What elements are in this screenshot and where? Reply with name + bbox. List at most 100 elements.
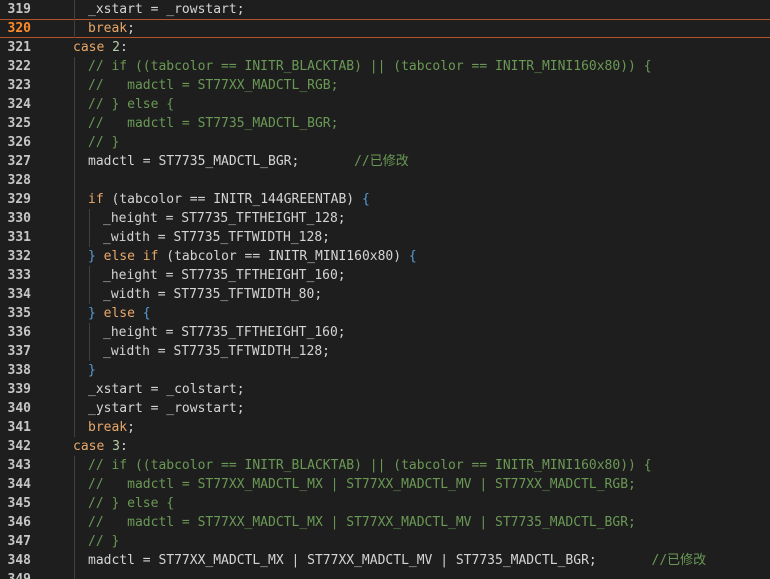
code-line[interactable]: 341 break; xyxy=(0,418,770,437)
code-token: _ystart = _rowstart; xyxy=(88,401,245,416)
code-text[interactable]: _width = ST7735_TFTWIDTH_128; xyxy=(103,228,330,247)
keyword: break xyxy=(88,420,128,435)
line-number: 323 xyxy=(7,78,31,93)
indent-guide xyxy=(74,551,75,570)
code-text[interactable]: // } xyxy=(88,133,119,152)
code-line[interactable]: 324 // } else { xyxy=(0,95,770,114)
comment: // } else { xyxy=(88,97,175,112)
code-text[interactable]: // if ((tabcolor == INITR_BLACKTAB) || (… xyxy=(88,57,652,76)
indent-guide xyxy=(74,76,75,95)
line-number: 332 xyxy=(7,249,31,264)
code-line[interactable]: 344 // madctl = ST77XX_MADCTL_MX | ST77XX… xyxy=(0,475,770,494)
keyword: else if xyxy=(103,249,159,264)
code-text[interactable]: if (tabcolor == INITR_144GREENTAB) { xyxy=(88,190,370,209)
code-token: madctl = ST77XX_MADCTL_MX | ST77XX_MADCT… xyxy=(88,553,652,568)
code-text[interactable]: // } else { xyxy=(88,494,174,513)
code-token: : xyxy=(119,439,128,454)
code-line[interactable]: 345 // } else { xyxy=(0,494,770,513)
code-text[interactable]: // if ((tabcolor == INITR_BLACKTAB) || (… xyxy=(88,456,652,475)
code-editor[interactable]: 319 _xstart = _rowstart; 320 break; 321 case … xyxy=(0,0,770,579)
code-text[interactable]: // madctl = ST7735_MADCTL_BGR; xyxy=(88,114,338,133)
indent-guide xyxy=(74,304,75,323)
code-text[interactable]: } xyxy=(88,361,96,380)
code-token: _width = ST7735_TFTWIDTH_80; xyxy=(103,287,323,302)
code-line[interactable]: 343 // if ((tabcolor == INITR_BLACKTAB) |… xyxy=(0,456,770,475)
code-line[interactable]: 346 // madctl = ST77XX_MADCTL_MX | ST77XX… xyxy=(0,513,770,532)
brace: } xyxy=(88,249,96,264)
code-text[interactable]: // } else { xyxy=(88,95,174,114)
code-line[interactable]: 347 // } xyxy=(0,532,770,551)
code-line[interactable]: 340 _ystart = _rowstart; xyxy=(0,399,770,418)
code-text[interactable]: _height = ST7735_TFTHEIGHT_160; xyxy=(103,266,346,285)
code-text[interactable]: _ystart = _rowstart; xyxy=(88,399,245,418)
line-number: 333 xyxy=(7,268,31,283)
keyword: case xyxy=(73,439,105,454)
line-number: 344 xyxy=(7,477,31,492)
code-line[interactable]: 320 break; xyxy=(0,19,770,38)
indent-guide xyxy=(74,475,75,494)
indent-guide xyxy=(74,532,75,551)
code-token: (tabcolor == INITR_MINI160x80) xyxy=(158,249,409,264)
code-line[interactable]: 325 // madctl = ST7735_MADCTL_BGR; xyxy=(0,114,770,133)
code-token: ; xyxy=(127,420,135,435)
line-number: 336 xyxy=(7,325,31,340)
code-text[interactable]: } else if (tabcolor == INITR_MINI160x80)… xyxy=(88,247,417,266)
code-text[interactable]: _xstart = _colstart; xyxy=(88,380,245,399)
code-text[interactable]: madctl = ST7735_MADCTL_BGR; //已修改 xyxy=(88,152,409,171)
code-line[interactable]: 333 _height = ST7735_TFTHEIGHT_160; xyxy=(0,266,770,285)
code-line[interactable]: 322 // if ((tabcolor == INITR_BLACKTAB) |… xyxy=(0,57,770,76)
code-line[interactable]: 329 if (tabcolor == INITR_144GREENTAB) { xyxy=(0,190,770,209)
code-text[interactable]: // } xyxy=(88,532,119,551)
code-text[interactable]: case 2: xyxy=(73,38,128,57)
code-line[interactable]: 348 madctl = ST77XX_MADCTL_MX | ST77XX_MA… xyxy=(0,551,770,570)
code-line[interactable]: 337 _width = ST7735_TFTWIDTH_128; xyxy=(0,342,770,361)
code-line[interactable]: 331 _width = ST7735_TFTWIDTH_128; xyxy=(0,228,770,247)
code-line[interactable]: 349 xyxy=(0,570,770,579)
code-text[interactable]: _width = ST7735_TFTWIDTH_128; xyxy=(103,342,330,361)
code-line[interactable]: 326 // } xyxy=(0,133,770,152)
code-line[interactable]: 336 _height = ST7735_TFTHEIGHT_160; xyxy=(0,323,770,342)
code-line[interactable]: 319 _xstart = _rowstart; xyxy=(0,0,770,19)
line-number: 325 xyxy=(7,116,31,131)
code-line[interactable]: 335} else { xyxy=(0,304,770,323)
code-text[interactable]: break; xyxy=(88,418,135,437)
code-text[interactable]: // madctl = ST77XX_MADCTL_MX | ST77XX_MA… xyxy=(88,475,636,494)
indent-guide xyxy=(74,323,75,342)
indent-guide xyxy=(89,342,90,361)
code-text[interactable]: _height = ST7735_TFTHEIGHT_128; xyxy=(103,209,346,228)
code-line[interactable]: 334 _width = ST7735_TFTWIDTH_80; xyxy=(0,285,770,304)
code-line[interactable]: 323 // madctl = ST77XX_MADCTL_RGB; xyxy=(0,76,770,95)
code-text[interactable]: } else { xyxy=(88,304,151,323)
code-token: _xstart = _rowstart; xyxy=(88,2,245,17)
code-line[interactable]: 327 madctl = ST7735_MADCTL_BGR; //已修改 xyxy=(0,152,770,171)
code-line[interactable]: 338} xyxy=(0,361,770,380)
code-line[interactable]: 328 xyxy=(0,171,770,190)
code-text[interactable]: _width = ST7735_TFTWIDTH_80; xyxy=(103,285,322,304)
code-line[interactable]: 339 _xstart = _colstart; xyxy=(0,380,770,399)
code-text[interactable]: break; xyxy=(88,19,135,38)
brace: { xyxy=(142,306,151,321)
keyword: else xyxy=(103,306,135,321)
code-text[interactable]: _height = ST7735_TFTHEIGHT_160; xyxy=(103,323,346,342)
line-number: 328 xyxy=(7,173,31,188)
line-number: 348 xyxy=(7,553,31,568)
code-text[interactable]: case 3: xyxy=(73,437,128,456)
code-text[interactable]: madctl = ST77XX_MADCTL_MX | ST77XX_MADCT… xyxy=(88,551,706,570)
indent-guide xyxy=(89,285,90,304)
brace: } xyxy=(88,363,96,378)
code-text[interactable]: // madctl = ST77XX_MADCTL_RGB; xyxy=(88,76,338,95)
number-literal: 3 xyxy=(112,439,120,454)
line-number: 343 xyxy=(7,458,31,473)
code-text[interactable]: _xstart = _rowstart; xyxy=(88,0,245,19)
line-number: 330 xyxy=(7,211,31,226)
code-line[interactable]: 330 _height = ST7735_TFTHEIGHT_128; xyxy=(0,209,770,228)
code-line[interactable]: 332} else if (tabcolor == INITR_MINI160x… xyxy=(0,247,770,266)
indent-guide xyxy=(89,266,90,285)
code-line[interactable]: 321 case 2: xyxy=(0,38,770,57)
code-line[interactable]: 342 case 3: xyxy=(0,437,770,456)
line-number: 321 xyxy=(7,40,31,55)
comment: //已修改 xyxy=(651,553,707,568)
code-text[interactable]: // madctl = ST77XX_MADCTL_MX | ST77XX_MA… xyxy=(88,513,636,532)
